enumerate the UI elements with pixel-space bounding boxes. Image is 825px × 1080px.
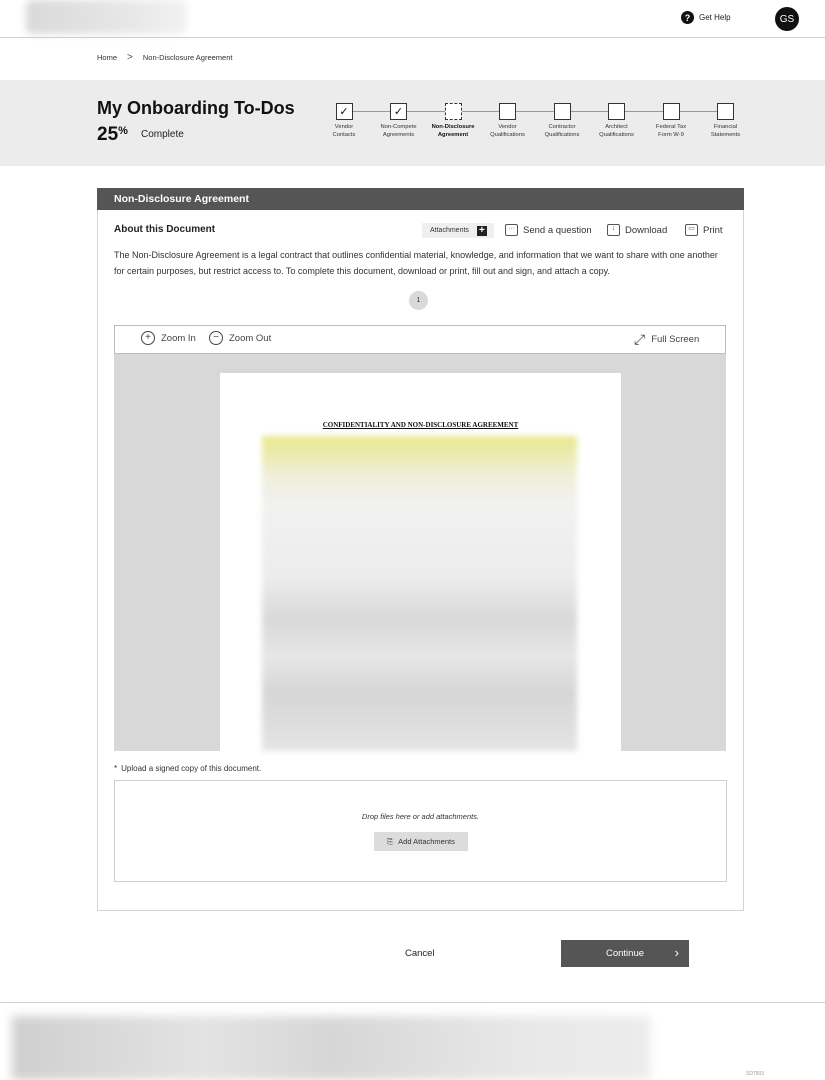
continue-label: Continue — [605, 948, 645, 959]
header-divider — [0, 37, 825, 38]
about-document-title: About this Document — [114, 224, 216, 235]
checkbox-empty-icon — [662, 103, 680, 120]
help-icon: ? — [681, 11, 694, 24]
zoom-in-label: Zoom In — [161, 332, 196, 344]
progress-step-label: Financial Statements — [710, 124, 741, 138]
breadcrumb-current: Non-Disclosure Agreement — [142, 53, 233, 62]
progress-step-label: Vendor Contacts — [332, 124, 356, 138]
add-attachments-button[interactable]: ⎘ Add Attachments — [374, 832, 468, 851]
print-label: Print — [703, 224, 723, 236]
zoom-in-icon: + — [141, 331, 155, 345]
checkbox-empty-icon — [608, 103, 625, 120]
breadcrumb-home[interactable]: Home — [97, 53, 117, 62]
printer-icon: ▭ — [685, 224, 698, 236]
file-drop-zone[interactable] — [114, 780, 727, 882]
download-icon: ↓ — [607, 224, 620, 236]
send-question-button[interactable]: ··· Send a question — [505, 224, 592, 236]
checkbox-empty-icon — [499, 103, 516, 120]
attachments-label: Attachments — [430, 227, 469, 234]
get-help-link[interactable]: ? Get Help — [681, 11, 731, 24]
add-attachments-label: Add Attachments — [398, 837, 455, 846]
download-label: Download — [625, 224, 668, 236]
progress-complete-label: Complete — [141, 129, 184, 140]
paperclip-icon: ⎘ — [387, 836, 394, 846]
avatar[interactable]: GS — [775, 7, 799, 31]
send-question-label: Send a question — [523, 224, 592, 236]
document-description: The Non-Disclosure Agreement is a legal … — [114, 250, 718, 276]
cancel-button[interactable]: Cancel — [405, 948, 435, 959]
breadcrumb: Home > Non-Disclosure Agreement — [97, 52, 232, 63]
checkbox-empty-icon — [717, 103, 734, 120]
company-logo — [26, 0, 186, 34]
progress-step-label: Contractor Qualifications — [544, 124, 580, 138]
progress-step-label: Non-Disclosure Agreement — [431, 124, 475, 138]
print-button[interactable]: ▭ Print — [685, 224, 723, 236]
download-button[interactable]: ↓ Download — [607, 224, 667, 236]
zoom-out-label: Zoom Out — [229, 332, 272, 344]
get-help-label: Get Help — [699, 13, 731, 22]
continue-button[interactable]: Continue › — [561, 940, 689, 967]
upload-note-text: Upload a signed copy of this document. — [121, 764, 262, 773]
chevron-right-icon: > — [127, 52, 133, 63]
progress-step-label: Architect Qualifications — [599, 124, 634, 138]
checkbox-empty-icon — [444, 103, 462, 120]
checkbox-empty-icon — [553, 103, 571, 120]
document-heading: CONFIDENTIALITY AND NON-DISCLOSURE AGREE… — [322, 421, 519, 429]
zoom-in-button[interactable]: + Zoom In — [141, 331, 196, 345]
progress-step-label: Federal Tax Form W-9 — [655, 124, 687, 138]
attachments-button[interactable]: Attachments + — [422, 223, 494, 238]
footer-divider — [0, 1002, 825, 1003]
zoom-out-button[interactable]: − Zoom Out — [209, 331, 271, 345]
full-screen-button[interactable]: ⤢ Full Screen — [634, 331, 699, 348]
page-number-badge[interactable]: 1 — [409, 291, 428, 310]
full-screen-label: Full Screen — [651, 334, 700, 345]
footer-code: SD7503 — [746, 1071, 765, 1077]
card-header: Non-Disclosure Agreement — [97, 188, 744, 210]
expand-icon: ⤢ — [634, 331, 646, 347]
drop-zone-text: Drop files here or add attachments. — [361, 812, 480, 821]
page-title: My Onboarding To-Dos — [97, 98, 295, 118]
footer-content-redacted — [12, 1016, 650, 1080]
progress-step-label: Vendor Qualifications — [490, 124, 525, 138]
progress-percent: 25% — [97, 124, 128, 145]
checkbox-checked-icon: ✓ — [335, 103, 353, 120]
progress-step[interactable]: Financial Statements — [691, 103, 761, 139]
upload-note: * Upload a signed copy of this document. — [114, 764, 261, 773]
checkbox-checked-icon: ✓ — [390, 103, 407, 120]
chat-bubble-icon: ··· — [505, 224, 518, 236]
progress-step-label: Non-Compete Agreements — [380, 124, 417, 138]
document-body-redacted — [262, 436, 577, 751]
zoom-out-icon: − — [209, 331, 223, 345]
plus-icon: + — [476, 225, 487, 236]
asterisk-icon: * — [114, 764, 118, 773]
chevron-right-icon: › — [674, 945, 679, 960]
